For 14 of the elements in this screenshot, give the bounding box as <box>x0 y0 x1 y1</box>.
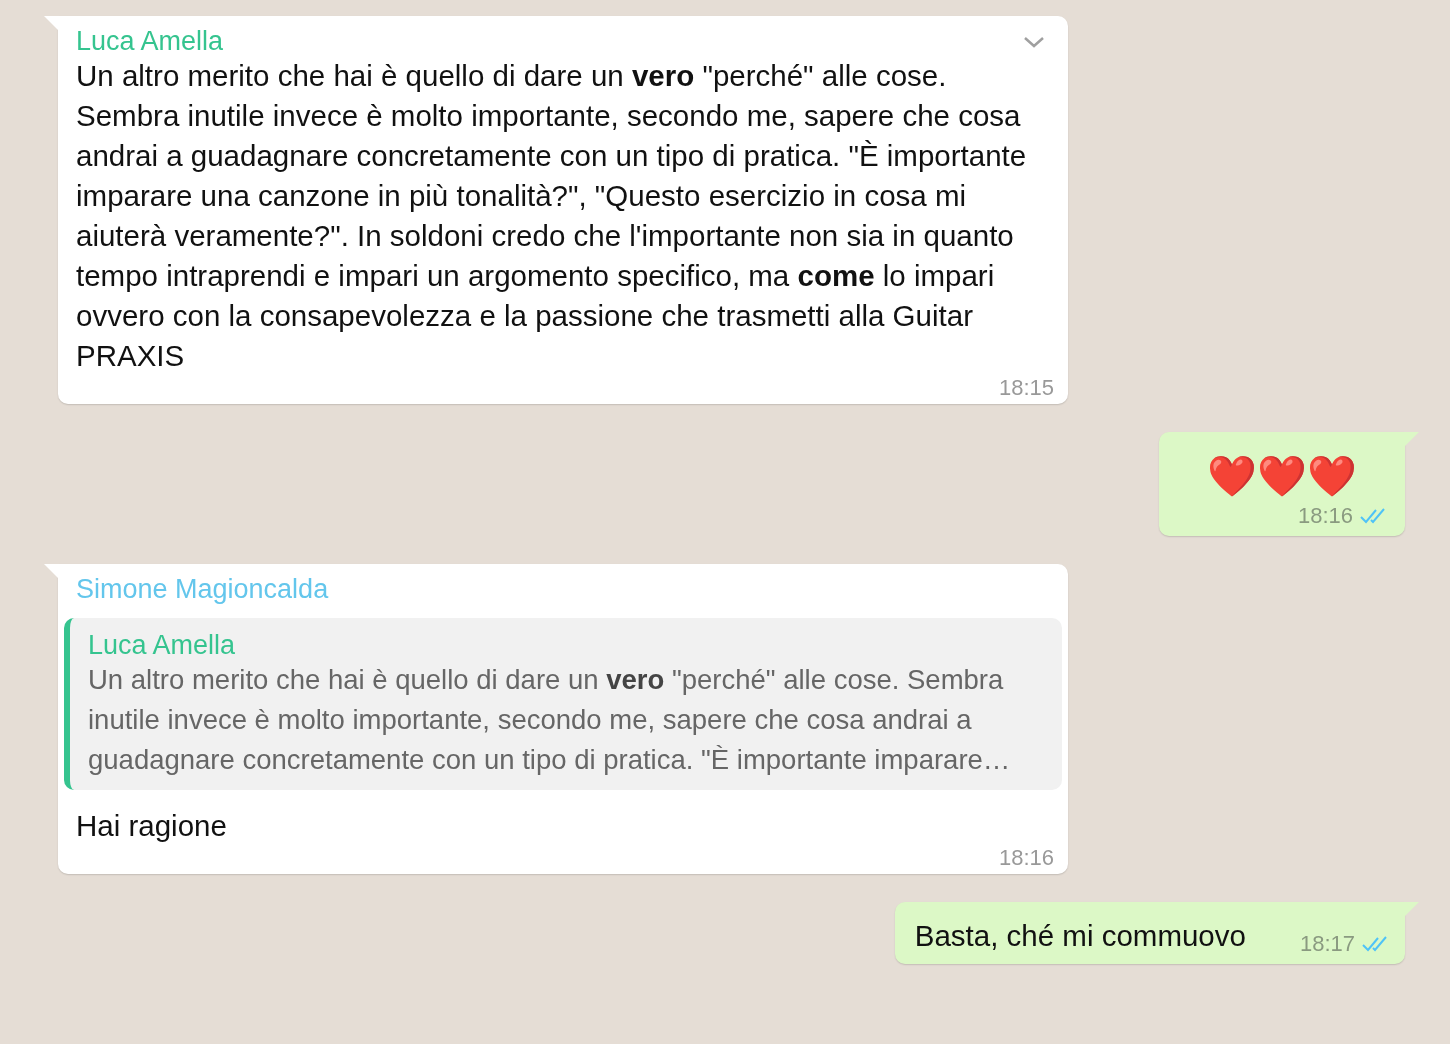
emoji-message: ❤❤❤ <box>1207 452 1357 501</box>
quoted-text: Un altro merito che hai è quello di dare un vero "perché" alle cose. Sembra inutile invece è molto importante, secondo me, sapere che cosa andrai a guadagnare concretamente con un tipo di pratica. "È importante imparare… <box>88 663 1012 777</box>
message-time: 18:15 <box>998 376 1054 400</box>
chevron-down-icon[interactable] <box>1022 34 1046 50</box>
message-time: 18:16 <box>998 846 1054 870</box>
message-text: Hai ragione <box>76 808 228 844</box>
sender-name: Luca Amella <box>76 26 224 56</box>
quoted-sender: Luca Amella <box>88 630 236 660</box>
sender-name: Simone Magioncalda <box>76 574 329 604</box>
message-time: 18:16 <box>1297 504 1353 528</box>
message-text: Un altro merito che hai è quello di dare un vero "perché" alle cose. Sembra inutile invece è molto importante, secondo me, sapere che cosa andrai a guadagnare concretamente con un tipo di pratica. "È importante imparare una canzone in più tonalità?", "Questo esercizio in cosa mi aiuterà veramente?". In soldoni credo che l'importante non sia in quanto tempo intraprendi e impari un argomento specifico, ma come lo impari ovvero con la consapevolezza e la passione che trasmetti alla Guitar PRAXIS <box>76 58 1028 374</box>
quoted-message[interactable] <box>64 618 1062 790</box>
message-time: 18:17 <box>1299 932 1355 956</box>
message-text: Basta, ché mi commuovo <box>914 918 1246 954</box>
